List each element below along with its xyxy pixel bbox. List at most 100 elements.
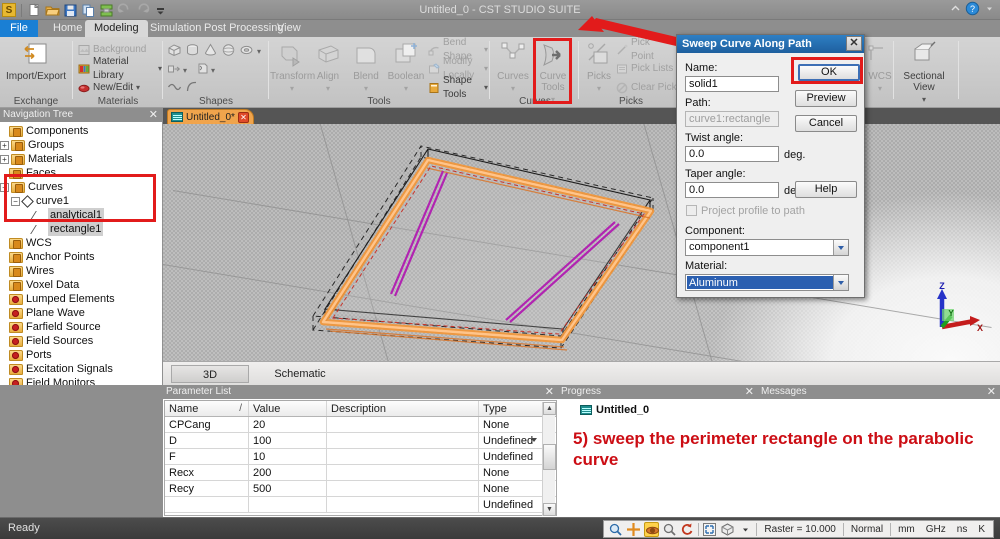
reset-icon[interactable] [680, 522, 695, 537]
column-header-value[interactable]: Value [249, 401, 327, 416]
chevron-down-icon[interactable] [531, 438, 537, 442]
zoom-icon[interactable] [608, 522, 623, 537]
curve-icon[interactable] [167, 79, 182, 93]
parameter-type[interactable]: None [479, 481, 541, 496]
tree-item-curves[interactable]: − Curves [0, 180, 162, 194]
options-icon[interactable] [982, 1, 997, 16]
material-library-button[interactable]: Material Library ▾ [78, 56, 162, 81]
open-icon[interactable] [45, 3, 60, 18]
parameter-type[interactable]: None [479, 465, 541, 480]
arc-icon[interactable] [185, 79, 200, 93]
dialog-title-bar[interactable]: Sweep Curve Along Path ✕ [677, 35, 864, 53]
scroll-up-button[interactable]: ▲ [543, 402, 556, 415]
chevron-down-icon[interactable]: ▾ [326, 84, 330, 93]
curves-button[interactable]: Curves ▾ [492, 40, 534, 94]
progress-item[interactable]: Untitled_0 [558, 399, 758, 416]
collapse-icon[interactable]: − [11, 196, 20, 206]
document-tab[interactable]: Untitled_0* ✕ [167, 109, 254, 124]
close-icon[interactable]: ✕ [987, 385, 996, 399]
scroll-down-button[interactable]: ▼ [543, 503, 556, 516]
parameter-name[interactable]: Recx [165, 465, 249, 480]
tree-item-farfield-source[interactable]: Farfield Source [0, 320, 162, 334]
cancel-button[interactable]: Cancel [795, 115, 857, 132]
tree-item-components[interactable]: Components [0, 124, 162, 138]
tab-view[interactable]: View [268, 20, 310, 37]
chevron-down-icon[interactable]: ▾ [511, 84, 515, 93]
expand-icon[interactable]: + [0, 140, 9, 150]
close-icon[interactable]: ✕ [745, 385, 754, 399]
chevron-down-icon[interactable]: ▾ [211, 66, 215, 75]
tree-item-excitation-signals[interactable]: Excitation Signals [0, 362, 162, 376]
fit-icon[interactable] [702, 522, 717, 537]
tree-item-field-sources[interactable]: Field Sources [0, 334, 162, 348]
chevron-down-icon[interactable]: ▾ [484, 43, 488, 57]
tree-item-voxel-data[interactable]: Voxel Data [0, 278, 162, 292]
parameter-description[interactable] [327, 449, 479, 464]
parameter-type[interactable]: Undefined [479, 433, 541, 448]
window-buttons[interactable]: ? [948, 1, 997, 16]
table-row[interactable]: CPCang 20 None [165, 417, 556, 433]
tree-item-faces[interactable]: Faces [0, 166, 162, 180]
taper-angle-field[interactable]: 0.0 [685, 182, 779, 198]
parameter-table-body[interactable]: Name / Value Description Type CPCang 20 None D 10… [165, 401, 556, 513]
export-icon[interactable] [99, 3, 114, 18]
view-cube-icon[interactable] [720, 522, 735, 537]
extrude-icon[interactable] [167, 62, 182, 76]
parameter-scrollbar[interactable]: ▲ ▼ [542, 402, 556, 516]
undo-icon[interactable] [117, 2, 132, 18]
parameter-value[interactable]: 500 [249, 481, 327, 496]
view-dropdown-icon[interactable] [738, 522, 753, 537]
column-header-description[interactable]: Description [327, 401, 479, 416]
parameter-value[interactable]: 200 [249, 465, 327, 480]
zoom-out-icon[interactable] [662, 522, 677, 537]
pick-point-button[interactable]: Pick Point ▾ [616, 37, 682, 62]
parameter-table[interactable]: Name / Value Description Type CPCang 20 None D 10… [164, 400, 557, 516]
table-row[interactable]: D 100 Undefined [165, 433, 556, 449]
tree-item-analytical1[interactable]: analytical1 [0, 208, 162, 222]
parameter-description[interactable] [327, 465, 479, 480]
parameter-value[interactable]: 100 [249, 433, 327, 448]
sphere-icon[interactable] [221, 43, 236, 57]
chevron-down-icon[interactable] [833, 275, 848, 290]
rotate-icon[interactable] [195, 62, 210, 76]
parameter-description[interactable] [327, 433, 479, 448]
new-icon[interactable] [27, 2, 42, 18]
expand-icon[interactable]: + [0, 154, 9, 164]
tree-item-materials[interactable]: + Materials [0, 152, 162, 166]
chevron-down-icon[interactable]: ▾ [404, 84, 408, 93]
tree-item-plane-wave[interactable]: Plane Wave [0, 306, 162, 320]
cylinder-icon[interactable] [185, 43, 200, 57]
parameter-description[interactable] [327, 481, 479, 496]
cone-icon[interactable] [203, 43, 218, 57]
help-icon[interactable]: ? [965, 1, 980, 16]
unit-frequency[interactable]: GHz [922, 524, 950, 535]
unit-length[interactable]: mm [894, 524, 919, 535]
navigation-tree-body[interactable]: Components + Groups + Materials Faces − Curves −… [0, 122, 162, 385]
torus-icon[interactable] [239, 43, 254, 57]
tab-schematic[interactable]: Schematic [255, 365, 345, 383]
parameter-type[interactable]: None [479, 417, 541, 432]
parameter-type[interactable]: Undefined [479, 449, 541, 464]
tab-3d[interactable]: 3D [171, 365, 249, 383]
parameter-name[interactable]: Recy [165, 481, 249, 496]
tree-item-ports[interactable]: Ports [0, 348, 162, 362]
parameter-value[interactable]: 10 [249, 449, 327, 464]
document-tab-bar[interactable]: Untitled_0* ✕ [163, 108, 1000, 124]
chevron-down-icon[interactable]: ▾ [136, 81, 140, 95]
parameter-description[interactable] [327, 417, 479, 432]
chevron-down-icon[interactable]: ▾ [922, 95, 926, 104]
rotate-icon[interactable] [644, 521, 660, 537]
chevron-down-icon[interactable]: ▾ [290, 84, 294, 93]
pan-icon[interactable] [626, 522, 641, 537]
parameter-value[interactable]: 20 [249, 417, 327, 432]
pick-lists-button[interactable]: Pick Lists ▾ [616, 62, 680, 76]
chevron-down-icon[interactable]: ▾ [257, 47, 261, 56]
tree-item-rectangle1[interactable]: rectangle1 [0, 222, 162, 236]
material-select[interactable]: Aluminum [685, 274, 849, 291]
new-edit-material-button[interactable]: New/Edit ▾ [78, 81, 140, 95]
parameter-type[interactable]: Undefined [479, 497, 541, 512]
tree-item-groups[interactable]: + Groups [0, 138, 162, 152]
chevron-down-icon[interactable] [833, 240, 848, 255]
clear-picks-button[interactable]: Clear Picks [616, 81, 682, 95]
chevron-down-icon[interactable]: ▾ [484, 81, 488, 95]
